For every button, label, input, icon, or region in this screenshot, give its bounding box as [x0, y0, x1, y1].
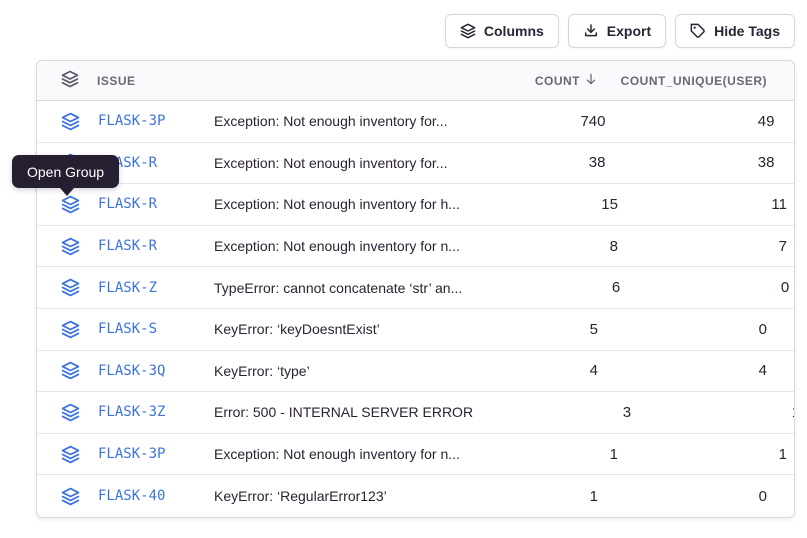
- results-table: ISSUE COUNT COUNT_UNIQUE(USER): [36, 60, 795, 518]
- open-group-layers-icon[interactable]: [61, 112, 80, 131]
- issue-link[interactable]: FLASK-3P: [98, 113, 165, 129]
- table-row: FLASK-R Exception: Not enough inventory …: [37, 143, 794, 185]
- open-group-layers-icon[interactable]: [61, 445, 80, 464]
- issue-link[interactable]: FLASK-Z: [98, 280, 157, 296]
- count-unique-value: 4: [598, 362, 794, 379]
- count-value: 3: [473, 404, 631, 421]
- issue-message: Exception: Not enough inventory for...: [205, 113, 447, 129]
- issue-message: Exception: Not enough inventory for n...: [205, 238, 460, 254]
- issue-cell: FLASK-3P: [37, 112, 205, 131]
- count-unique-value: 0: [598, 488, 794, 505]
- issue-message: Exception: Not enough inventory for h...: [205, 196, 460, 212]
- issue-message: Exception: Not enough inventory for...: [205, 155, 447, 171]
- table-row: FLASK-R Exception: Not enough inventory …: [37, 184, 794, 226]
- count-value: 38: [447, 154, 605, 171]
- count-value: 6: [462, 279, 620, 296]
- tooltip-caret-icon: [60, 188, 74, 196]
- count-value: 1: [460, 446, 618, 463]
- open-group-layers-icon[interactable]: [61, 237, 80, 256]
- open-group-layers-icon[interactable]: [61, 361, 80, 380]
- count-unique-value: 1: [618, 446, 795, 463]
- download-icon: [583, 23, 599, 39]
- column-header-count[interactable]: COUNT: [440, 72, 598, 89]
- count-value: 1: [440, 488, 598, 505]
- layers-icon: [61, 70, 79, 91]
- column-header-count-unique[interactable]: COUNT_UNIQUE(USER): [598, 74, 794, 88]
- issue-cell: FLASK-3Z: [37, 403, 205, 422]
- open-group-layers-icon[interactable]: [61, 487, 80, 506]
- table-row: FLASK-3P Exception: Not enough inventory…: [37, 434, 794, 476]
- export-button[interactable]: Export: [568, 14, 666, 48]
- issue-link[interactable]: FLASK-3P: [98, 446, 165, 462]
- issue-link[interactable]: FLASK-S: [98, 321, 157, 337]
- table-header-row: ISSUE COUNT COUNT_UNIQUE(USER): [37, 61, 794, 101]
- count-value: 5: [440, 321, 598, 338]
- table-row: FLASK-R Exception: Not enough inventory …: [37, 226, 794, 268]
- issue-message: KeyError: ‘RegularError123’: [205, 488, 440, 504]
- column-header-issue-label: ISSUE: [97, 74, 136, 88]
- table-row: FLASK-40 KeyError: ‘RegularError123’ 1 0: [37, 475, 794, 517]
- issue-message: Error: 500 - INTERNAL SERVER ERROR: [205, 404, 473, 420]
- sort-arrow-down-icon: [584, 72, 598, 89]
- issue-link[interactable]: FLASK-3Z: [98, 404, 165, 420]
- issue-link[interactable]: FLASK-40: [98, 488, 165, 504]
- issue-cell: FLASK-40: [37, 487, 205, 506]
- issue-message: TypeError: cannot concatenate ‘str’ an..…: [205, 280, 462, 296]
- export-button-label: Export: [607, 23, 651, 39]
- count-value: 15: [460, 196, 618, 213]
- count-unique-value: 0: [598, 321, 794, 338]
- count-unique-value: 11: [618, 196, 795, 213]
- count-unique-value: 0: [620, 279, 795, 296]
- issue-cell: FLASK-R: [37, 195, 205, 214]
- hide-tags-button-label: Hide Tags: [714, 23, 780, 39]
- table-row: FLASK-3Q KeyError: ‘type’ 4 4: [37, 351, 794, 393]
- table-row: FLASK-Z TypeError: cannot concatenate ‘s…: [37, 267, 794, 309]
- issue-message: Exception: Not enough inventory for n...: [205, 446, 460, 462]
- open-group-tooltip: Open Group: [12, 155, 119, 188]
- issue-cell: FLASK-3Q: [37, 361, 205, 380]
- open-group-layers-icon[interactable]: [61, 278, 80, 297]
- count-value: 8: [460, 238, 618, 255]
- table-row: FLASK-S KeyError: ‘keyDoesntExist’ 5 0: [37, 309, 794, 351]
- column-header-issue[interactable]: ISSUE: [37, 70, 205, 91]
- open-group-tooltip-label: Open Group: [27, 164, 104, 180]
- table-body: FLASK-3P Exception: Not enough inventory…: [37, 101, 794, 517]
- count-value: 740: [447, 113, 605, 130]
- open-group-layers-icon[interactable]: [61, 320, 80, 339]
- columns-button-label: Columns: [484, 23, 544, 39]
- hide-tags-button[interactable]: Hide Tags: [675, 14, 795, 48]
- count-unique-value: 7: [618, 238, 795, 255]
- issue-link[interactable]: FLASK-3Q: [98, 363, 165, 379]
- toolbar: Columns Export Hide Tags: [445, 14, 795, 48]
- tag-icon: [690, 23, 706, 39]
- count-value: 4: [440, 362, 598, 379]
- column-header-count-label: COUNT: [535, 74, 580, 88]
- issue-message: KeyError: ‘type’: [205, 363, 440, 379]
- layers-icon: [460, 23, 476, 39]
- count-unique-value: 1: [631, 404, 795, 421]
- count-unique-value: 49: [605, 113, 795, 130]
- columns-button[interactable]: Columns: [445, 14, 559, 48]
- issue-cell: FLASK-R: [37, 237, 205, 256]
- issue-cell: FLASK-Z: [37, 278, 205, 297]
- issue-cell: FLASK-3P: [37, 445, 205, 464]
- issue-cell: FLASK-S: [37, 320, 205, 339]
- table-row: FLASK-3Z Error: 500 - INTERNAL SERVER ER…: [37, 392, 794, 434]
- open-group-layers-icon[interactable]: [61, 403, 80, 422]
- issue-message: KeyError: ‘keyDoesntExist’: [205, 321, 440, 337]
- open-group-layers-icon[interactable]: [61, 195, 80, 214]
- issue-link[interactable]: FLASK-R: [98, 238, 157, 254]
- column-header-count-unique-label: COUNT_UNIQUE(USER): [621, 74, 767, 88]
- table-row: FLASK-3P Exception: Not enough inventory…: [37, 101, 794, 143]
- count-unique-value: 38: [605, 154, 795, 171]
- issue-link[interactable]: FLASK-R: [98, 196, 157, 212]
